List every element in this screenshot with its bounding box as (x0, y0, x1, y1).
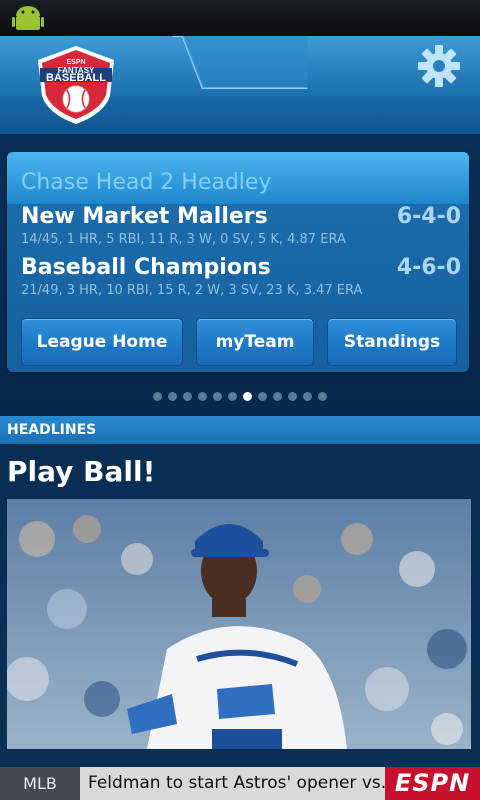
team-record: 4-6-0 (396, 255, 461, 280)
page-dot[interactable] (198, 392, 207, 401)
page-dot[interactable] (153, 392, 162, 401)
my-team-button[interactable]: myTeam (196, 318, 314, 366)
team-stats: 21/49, 3 HR, 10 RBI, 15 R, 2 W, 3 SV, 23… (21, 283, 363, 298)
logo-subtitle-text: BASEBALL (46, 72, 106, 84)
page-dot[interactable] (273, 392, 282, 401)
page-dot[interactable] (213, 392, 222, 401)
page-dot[interactable] (168, 392, 177, 401)
page-dot[interactable] (228, 392, 237, 401)
team-row-away: Baseball Champions 4-6-0 21/49, 3 HR, 10… (21, 255, 461, 298)
team-stats: 14/45, 1 HR, 5 RBI, 11 R, 3 W, 0 SV, 5 K… (21, 232, 346, 247)
ticker-league-label: MLB (0, 767, 80, 800)
team-record: 6-4-0 (396, 204, 461, 229)
team-name: Baseball Champions (21, 255, 271, 280)
settings-gear-icon[interactable] (417, 44, 461, 88)
logo-small-text: ESPN (66, 59, 85, 66)
espn-logo: ESPN (385, 767, 480, 800)
page-dot[interactable] (303, 392, 312, 401)
headline-title[interactable]: Play Ball! (7, 455, 155, 488)
news-ticker[interactable]: MLB Feldman to start Astros' opener vs. … (0, 767, 480, 800)
page-dot[interactable] (183, 392, 192, 401)
page-dot[interactable] (318, 392, 327, 401)
league-home-button[interactable]: League Home (21, 318, 183, 366)
matchup-title: Chase Head 2 Headley (21, 170, 272, 195)
standings-button[interactable]: Standings (327, 318, 457, 366)
fantasy-baseball-logo: ESPN FANTASY BASEBALL (38, 46, 114, 124)
android-icon (12, 6, 44, 30)
ticker-headline[interactable]: Feldman to start Astros' opener vs. (88, 767, 388, 800)
team-name: New Market Mallers (21, 204, 268, 229)
headline-photo[interactable] (7, 499, 471, 749)
page-indicator[interactable] (0, 392, 480, 404)
status-bar (0, 0, 480, 36)
page-dot[interactable] (258, 392, 267, 401)
team-row-home: New Market Mallers 6-4-0 14/45, 1 HR, 5 … (21, 204, 461, 247)
matchup-card[interactable]: Chase Head 2 Headley New Market Mallers … (7, 152, 469, 372)
page-dot[interactable] (288, 392, 297, 401)
page-dot[interactable] (243, 392, 252, 401)
headlines-section-label: HEADLINES (0, 416, 480, 444)
